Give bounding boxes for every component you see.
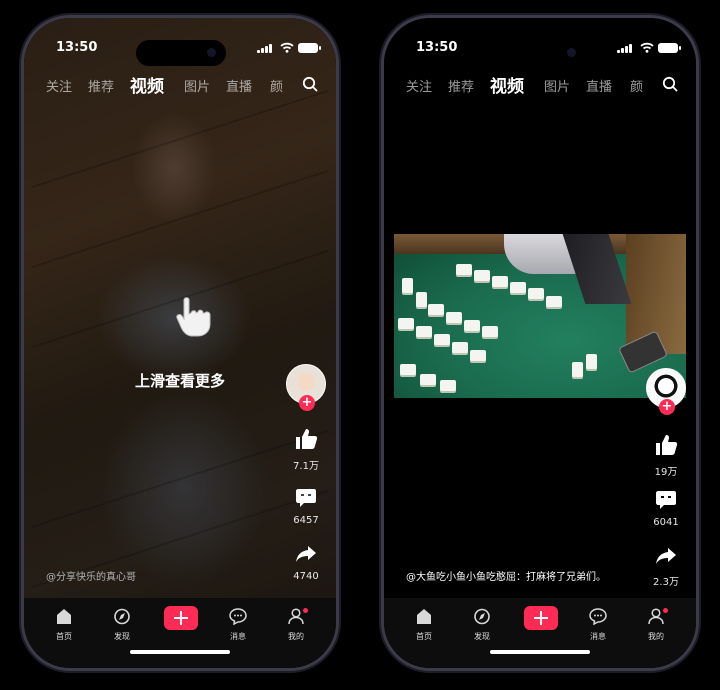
bottom-tab-profile[interactable]: 我的: [636, 608, 676, 642]
bottom-tab-bar: 首页 发现 消息 我的: [24, 598, 336, 668]
bottom-tab-label: 我的: [648, 632, 664, 641]
tab-video[interactable]: 视频: [130, 72, 164, 97]
notification-dot: [663, 608, 668, 613]
signal-icon: [257, 44, 272, 53]
screen-left: 13:50 关注 推荐 视频 图片 直播 颜 上滑查看更多 + 7.1万 645…: [24, 18, 336, 668]
tab-live[interactable]: 直播: [586, 76, 612, 95]
tab-yan[interactable]: 颜: [630, 76, 643, 95]
like-count: 19万: [654, 467, 678, 478]
bottom-tab-discover[interactable]: 发现: [462, 608, 502, 642]
publish-plus-button[interactable]: [524, 606, 558, 630]
bottom-tab-label: 消息: [230, 632, 246, 641]
home-indicator: [130, 650, 230, 654]
search-icon[interactable]: [662, 76, 678, 92]
tab-live[interactable]: 直播: [226, 76, 252, 95]
power-button: [338, 220, 341, 290]
comment-icon: [656, 491, 676, 509]
bottom-tab-messages[interactable]: 消息: [218, 608, 258, 642]
like-count: 7.1万: [293, 461, 319, 472]
tab-follow[interactable]: 关注: [46, 76, 72, 95]
tab-video[interactable]: 视频: [490, 72, 524, 97]
comment-action[interactable]: 6041: [644, 490, 688, 528]
home-indicator: [490, 650, 590, 654]
publish-plus-button[interactable]: [164, 606, 198, 630]
notification-dot: [303, 608, 308, 613]
dynamic-island: [136, 40, 226, 66]
top-nav: 关注 推荐 视频 图片 直播 颜: [384, 72, 696, 97]
share-count: 2.3万: [653, 577, 679, 588]
bottom-tab-label: 发现: [474, 632, 490, 641]
share-icon: [656, 548, 676, 564]
compass-icon: [114, 608, 130, 625]
tab-yan[interactable]: 颜: [270, 76, 283, 95]
volume-up-button: [19, 190, 22, 234]
comment-count: 6041: [653, 517, 679, 528]
like-action[interactable]: 7.1万: [284, 428, 328, 472]
wifi-icon: [280, 42, 294, 53]
bottom-tab-bar: 首页 发现 消息 我的: [384, 598, 696, 668]
swipe-hand-icon: [176, 297, 211, 337]
top-nav: 关注 推荐 视频 图片 直播 颜: [24, 72, 336, 97]
thumb-up-icon: [296, 429, 318, 449]
power-button: [698, 220, 701, 290]
message-icon: [229, 608, 247, 626]
volume-down-button: [379, 250, 382, 294]
phone-frame-right: 13:50 关注 推荐 视频 图片 直播 颜 + 19万 6041 2.3万 @…: [384, 18, 696, 668]
bottom-tab-label: 消息: [590, 632, 606, 641]
home-icon: [57, 609, 71, 624]
home-icon: [417, 609, 431, 624]
battery-icon: [658, 43, 681, 53]
video-caption[interactable]: @大鱼吃小鱼小鱼吃憨屈：打麻将了兄弟们。: [406, 568, 606, 583]
tab-image[interactable]: 图片: [184, 76, 210, 95]
dynamic-island: [496, 40, 586, 66]
share-action[interactable]: 4740: [284, 544, 328, 582]
phone-frame-left: 13:50 关注 推荐 视频 图片 直播 颜 上滑查看更多 + 7.1万 645…: [24, 18, 336, 668]
comment-action[interactable]: 6457: [284, 488, 328, 526]
wifi-icon: [640, 42, 654, 53]
status-time: 13:50: [416, 40, 458, 55]
bottom-tab-label: 我的: [288, 632, 304, 641]
tab-recommend[interactable]: 推荐: [88, 76, 114, 95]
bottom-tab-home[interactable]: 首页: [404, 608, 444, 642]
status-time: 13:50: [56, 40, 98, 55]
like-action[interactable]: 19万: [644, 434, 688, 478]
bottom-tab-home[interactable]: 首页: [44, 608, 84, 642]
share-count: 4740: [293, 571, 319, 582]
bottom-tab-label: 首页: [416, 632, 432, 641]
share-icon: [296, 546, 316, 562]
mute-switch: [379, 140, 382, 162]
video-frame-mahjong[interactable]: [394, 234, 686, 398]
compass-icon: [474, 608, 490, 625]
comment-icon: [296, 489, 316, 507]
screen-right: 13:50 关注 推荐 视频 图片 直播 颜 + 19万 6041 2.3万 @…: [384, 18, 696, 668]
message-icon: [589, 608, 607, 626]
bottom-tab-messages[interactable]: 消息: [578, 608, 618, 642]
follow-button[interactable]: +: [659, 399, 675, 415]
status-bar: 13:50: [384, 38, 696, 66]
bottom-tab-discover[interactable]: 发现: [102, 608, 142, 642]
bottom-tab-profile[interactable]: 我的: [276, 608, 316, 642]
volume-down-button: [19, 250, 22, 294]
thumb-up-icon: [656, 435, 678, 455]
bottom-tab-label: 发现: [114, 632, 130, 641]
tab-recommend[interactable]: 推荐: [448, 76, 474, 95]
search-icon[interactable]: [302, 76, 318, 92]
signal-icon: [617, 44, 632, 53]
author-handle[interactable]: @分享快乐的真心哥: [46, 568, 136, 583]
tab-image[interactable]: 图片: [544, 76, 570, 95]
battery-icon: [298, 43, 321, 53]
follow-button[interactable]: +: [299, 395, 315, 411]
volume-up-button: [379, 190, 382, 234]
tab-follow[interactable]: 关注: [406, 76, 432, 95]
status-bar: 13:50: [24, 38, 336, 66]
bottom-tab-label: 首页: [56, 632, 72, 641]
mute-switch: [19, 140, 22, 162]
share-action[interactable]: 2.3万: [644, 546, 688, 588]
comment-count: 6457: [293, 515, 319, 526]
